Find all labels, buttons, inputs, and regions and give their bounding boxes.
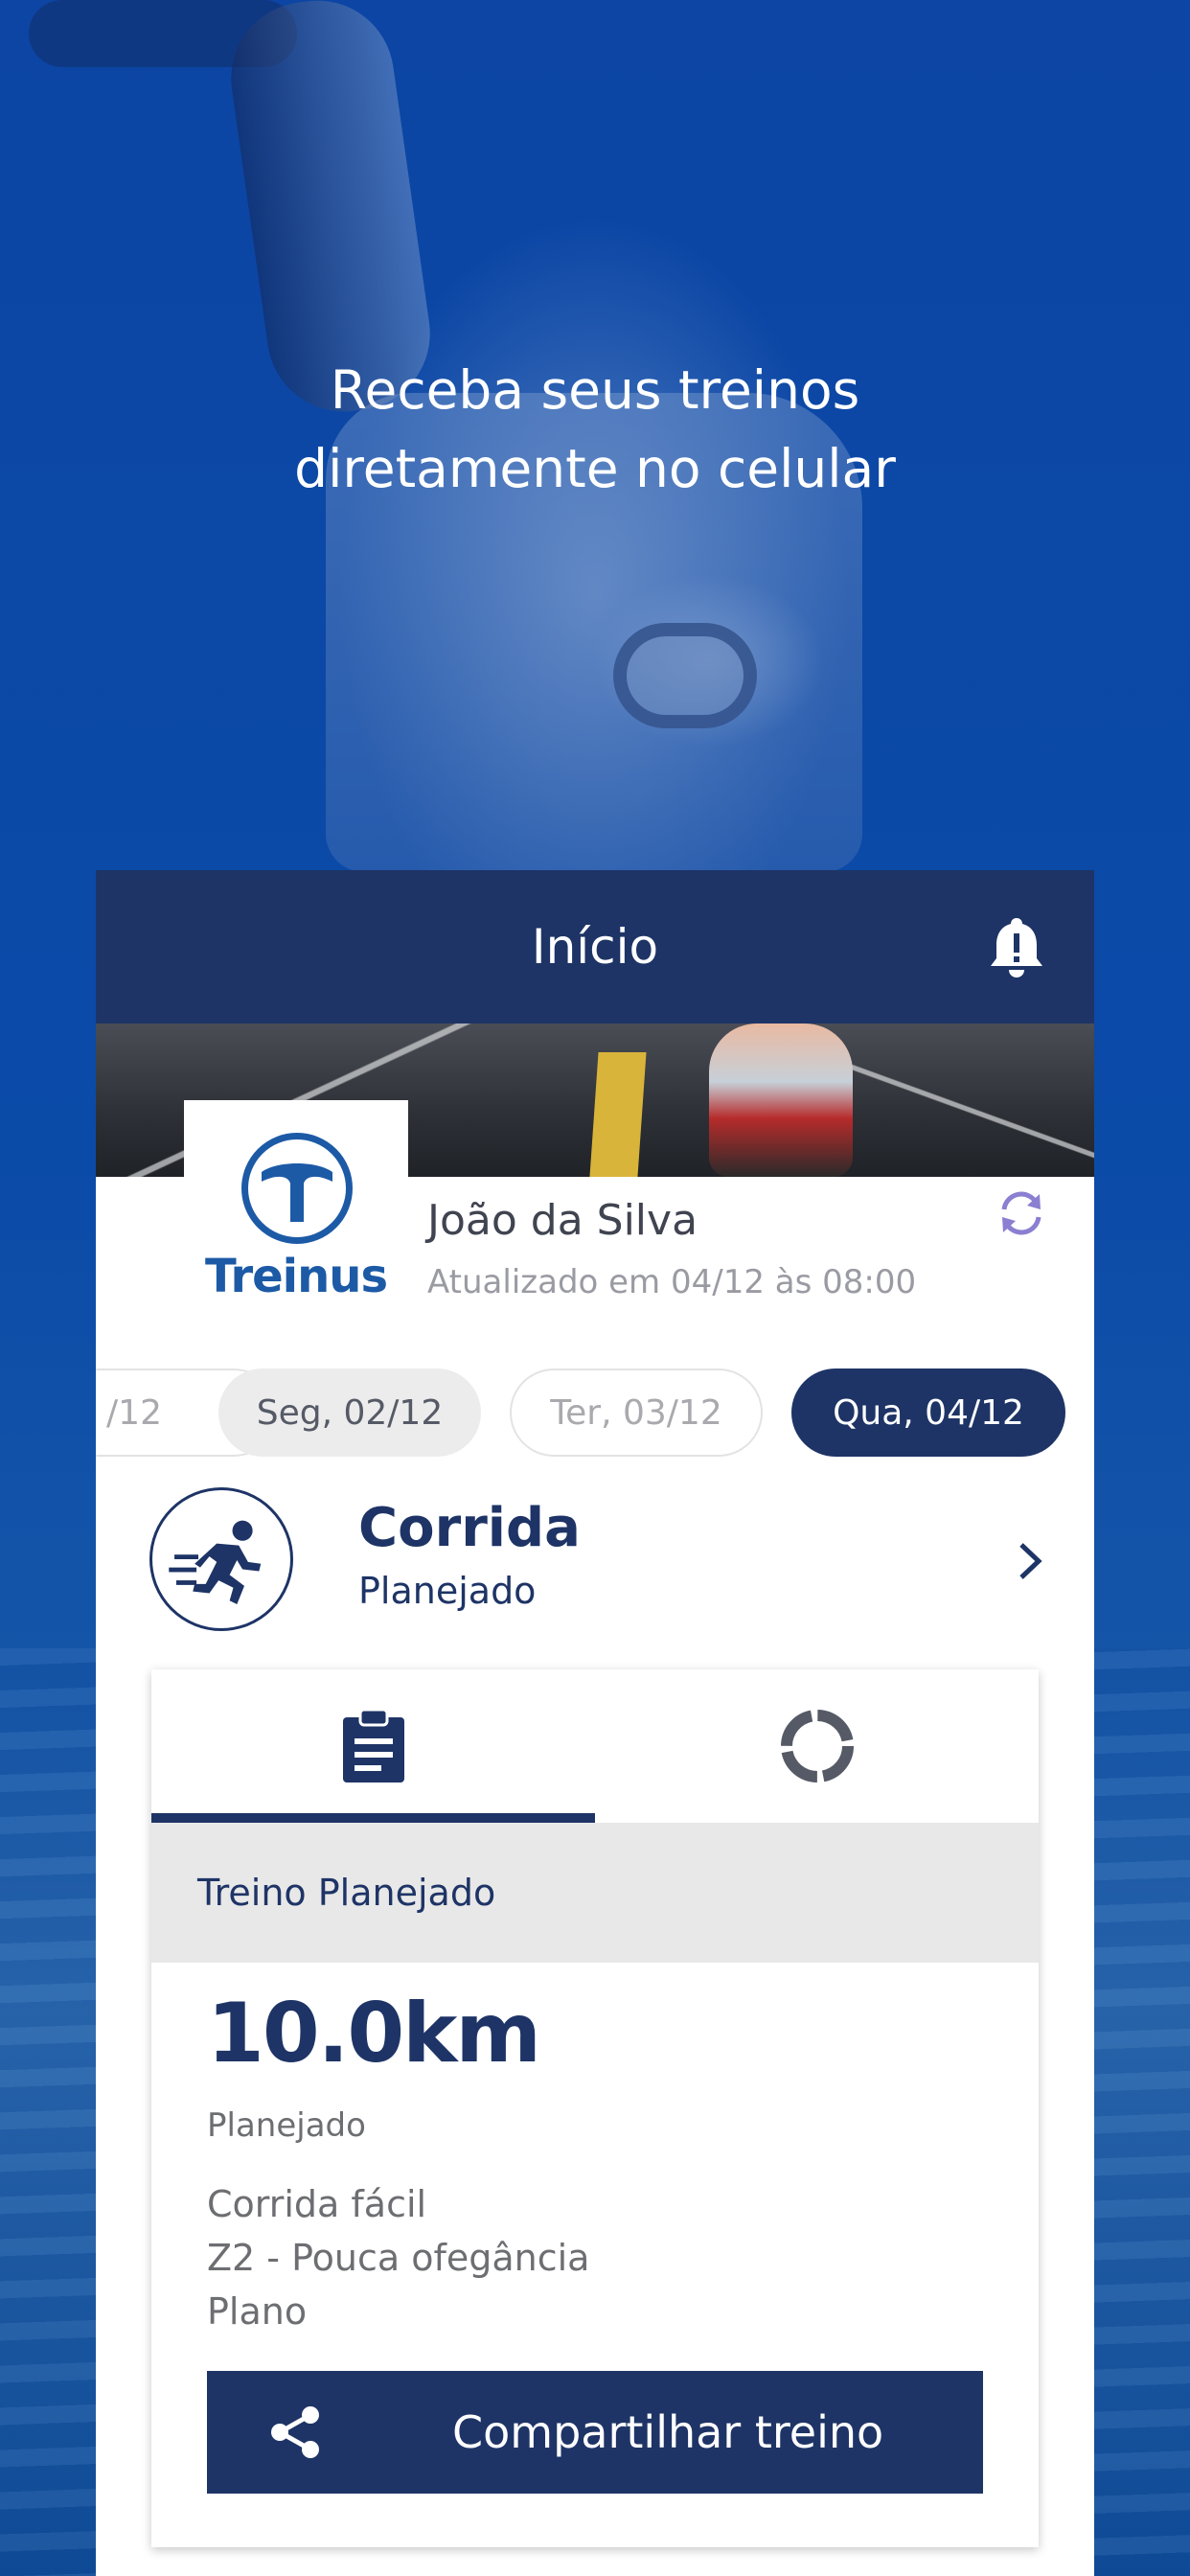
page-title: Início bbox=[531, 919, 659, 975]
share-icon bbox=[271, 2406, 319, 2458]
activity-status: Planejado bbox=[358, 1570, 537, 1612]
progress-ring-icon bbox=[780, 1710, 854, 1782]
section-title: Treino Planejado bbox=[151, 1823, 1039, 1963]
workout-details: Corrida fácil Z2 - Pouca ofegância Plano bbox=[207, 2177, 589, 2338]
running-icon bbox=[149, 1487, 293, 1631]
promo-headline-line1: Receba seus treinos bbox=[330, 359, 860, 421]
app-bar: Início bbox=[96, 870, 1094, 1024]
background-runner-watch bbox=[613, 623, 757, 728]
chevron-right-icon[interactable] bbox=[1016, 1537, 1044, 1585]
promo-headline-line2: diretamente no celular bbox=[294, 438, 896, 499]
activity-row[interactable]: Corrida Planejado bbox=[96, 1484, 1094, 1637]
tab-progress[interactable] bbox=[595, 1669, 1039, 1823]
promo-headline: Receba seus treinos diretamente no celul… bbox=[0, 351, 1190, 508]
activity-title: Corrida bbox=[358, 1497, 581, 1559]
date-chip-tuesday[interactable]: Ter, 03/12 bbox=[510, 1368, 763, 1457]
app-screen: Início Treinus João da Silva Atualizado … bbox=[96, 870, 1094, 2576]
logo-t-mark bbox=[262, 1163, 332, 1222]
workout-terrain: Plano bbox=[207, 2290, 308, 2333]
road-lane-marking bbox=[589, 1052, 647, 1177]
logo-wordmark: Treinus bbox=[204, 1250, 388, 1303]
user-name: João da Silva bbox=[427, 1196, 698, 1245]
clipboard-icon bbox=[342, 1708, 404, 1782]
runner-shoe bbox=[709, 1024, 853, 1177]
last-updated: Atualizado em 04/12 às 08:00 bbox=[427, 1263, 917, 1301]
team-logo: Treinus bbox=[184, 1100, 408, 1330]
tab-indicator bbox=[151, 1813, 595, 1823]
bell-alert-icon[interactable] bbox=[987, 914, 1046, 981]
refresh-icon[interactable] bbox=[995, 1186, 1048, 1240]
date-selector: /12 Seg, 02/12 Ter, 03/12 Qua, 04/12 bbox=[96, 1368, 1094, 1457]
workout-tabs bbox=[151, 1669, 1039, 1823]
share-button-label: Compartilhar treino bbox=[452, 2406, 884, 2458]
planned-distance: 10.0km bbox=[207, 1986, 541, 2082]
workout-zone: Z2 - Pouca ofegância bbox=[207, 2237, 590, 2279]
workout-card: Treino Planejado 10.0km Planejado Corrid… bbox=[151, 1669, 1039, 2547]
tab-planned[interactable] bbox=[151, 1669, 595, 1823]
logo-emblem bbox=[241, 1133, 353, 1244]
date-chip-wednesday[interactable]: Qua, 04/12 bbox=[791, 1368, 1065, 1457]
date-chip-monday[interactable]: Seg, 02/12 bbox=[218, 1368, 481, 1457]
distance-label: Planejado bbox=[207, 2106, 366, 2145]
workout-type: Corrida fácil bbox=[207, 2183, 427, 2225]
share-workout-button[interactable]: Compartilhar treino bbox=[207, 2371, 983, 2494]
